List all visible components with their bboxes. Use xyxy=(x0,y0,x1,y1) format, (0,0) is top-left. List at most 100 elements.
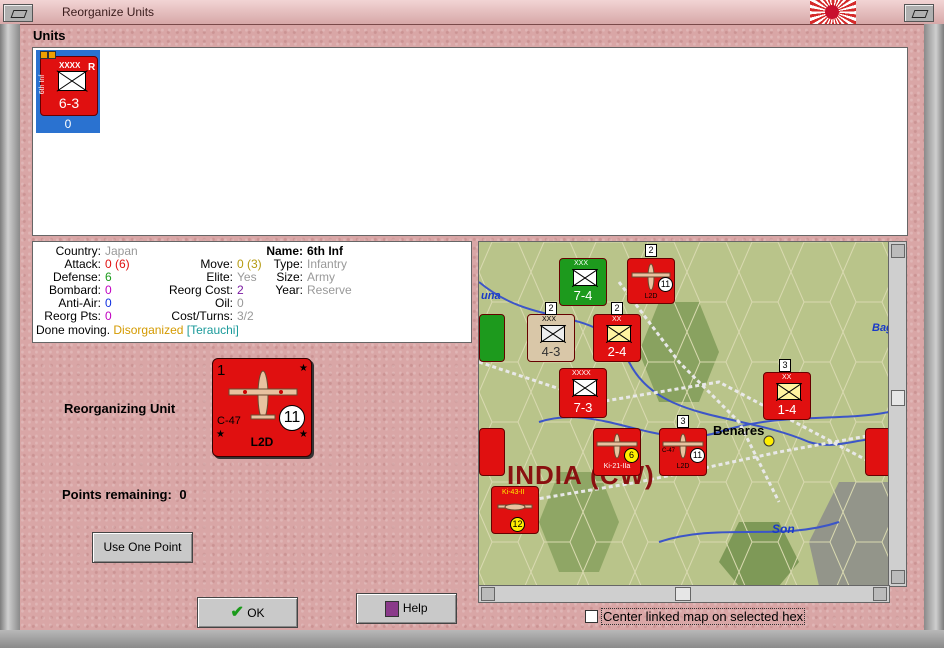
costturns-label: Cost/Turns: xyxy=(171,309,233,323)
hex-map xyxy=(479,242,889,586)
scroll-thumb[interactable] xyxy=(675,587,691,601)
paratrooper-icon xyxy=(541,325,565,342)
scroll-down-arrow-icon[interactable] xyxy=(891,570,905,584)
river-label: una xyxy=(481,290,501,302)
center-map-checkbox[interactable] xyxy=(585,610,598,623)
minimize-button[interactable] xyxy=(3,4,33,22)
map-unit-counter[interactable]: Ki-43-II 12 xyxy=(491,486,539,534)
commander-text: [Terauchi] xyxy=(186,323,239,337)
units-list[interactable] xyxy=(32,47,908,236)
unit-type: Ki-21-IIa xyxy=(603,463,631,470)
stack-count: 2 xyxy=(545,302,557,315)
unit-size: XXXX xyxy=(572,370,591,377)
unit-size: XXX xyxy=(542,316,557,323)
linked-map[interactable]: INDIA (CW) Benares Son una Bag XXX 7-4 1… xyxy=(478,241,890,587)
unit-type: L2D xyxy=(676,463,690,470)
reorgpts-label: Reorg Pts: xyxy=(44,309,101,323)
restore-button[interactable] xyxy=(904,4,934,22)
stack-count: 2 xyxy=(645,244,657,257)
marker-icon xyxy=(40,51,48,59)
unit-value-badge: 11 xyxy=(658,277,673,292)
stack-count: 3 xyxy=(677,415,689,428)
unit-strength: 1-4 xyxy=(777,402,797,417)
left-frame xyxy=(0,24,20,648)
unit-type: L2D xyxy=(250,435,274,449)
stack-count: 2 xyxy=(611,302,623,315)
year-value: Reserve xyxy=(307,283,352,297)
map-vertical-scrollbar[interactable] xyxy=(888,241,907,587)
map-unit-counter[interactable]: XXX 4-3 xyxy=(527,314,575,362)
map-unit-counter[interactable]: 6 Ki-21-IIa xyxy=(593,428,641,476)
bottom-frame xyxy=(0,630,944,648)
unit-count: 0 xyxy=(64,117,72,131)
unit-size: XXX xyxy=(574,260,589,267)
reorganizing-unit-counter: 1 ★ ★ ★ C-47 11 L2D xyxy=(212,358,312,457)
reserve-mark: R xyxy=(88,62,96,73)
year-label: Year: xyxy=(275,283,303,297)
center-map-label[interactable]: Center linked map on selected hex xyxy=(601,608,806,625)
unit-size: XXXX xyxy=(59,61,81,70)
map-unit-counter[interactable]: XX 2-4 xyxy=(593,314,641,362)
unit-value-badge: 11 xyxy=(279,405,305,431)
map-unit-counter[interactable]: 11 C-47 L2D xyxy=(659,428,707,476)
units-section-label: Units xyxy=(33,28,66,43)
unit-strength: 4-3 xyxy=(541,344,561,359)
scroll-up-arrow-icon[interactable] xyxy=(891,244,905,258)
book-icon xyxy=(385,600,400,617)
points-value: 0 xyxy=(179,487,187,502)
stack-count: 3 xyxy=(779,359,791,372)
river-label: Son xyxy=(772,522,795,536)
scroll-right-arrow-icon[interactable] xyxy=(873,587,887,601)
unit-counter: XXXX R 6th Inf 6-3 xyxy=(39,51,98,116)
ok-button[interactable]: ✔ OK xyxy=(197,597,298,628)
infantry-icon xyxy=(573,379,597,396)
status-text: Done moving. xyxy=(36,323,111,337)
unit-model: C-47 xyxy=(217,415,241,427)
map-unit-counter-partial[interactable] xyxy=(865,428,889,476)
unit-strength: 7-3 xyxy=(573,400,593,415)
unit-info-panel: Country: Japan Attack: 0 (6) Defense: 6 … xyxy=(32,241,472,343)
reorganizing-unit-label: Reorganizing Unit xyxy=(64,401,176,416)
status-line: Done moving. Disorganized [Terauchi] xyxy=(36,324,239,337)
use-one-point-button[interactable]: Use One Point xyxy=(92,532,193,563)
points-label: Points remaining: xyxy=(62,487,172,502)
map-unit-counter[interactable]: 11 L2D xyxy=(627,258,675,304)
infantry-icon xyxy=(58,71,86,91)
scroll-thumb[interactable] xyxy=(891,390,905,406)
title-bar: Reorganize Units xyxy=(0,0,944,25)
unit-strength: 6-3 xyxy=(58,95,80,111)
marker-icon xyxy=(48,51,56,59)
unit-type: Ki-43-II xyxy=(502,489,525,496)
unit-model: C-47 xyxy=(662,448,676,454)
unit-size: XX xyxy=(782,374,792,381)
japan-flag-icon xyxy=(810,0,856,24)
unit-size: XX xyxy=(612,316,622,323)
help-button[interactable]: Help xyxy=(356,593,457,624)
unit-strength: 2-4 xyxy=(607,344,627,359)
map-horizontal-scrollbar[interactable] xyxy=(478,585,890,603)
map-unit-counter-partial[interactable] xyxy=(479,314,505,362)
ok-label: OK xyxy=(247,606,265,620)
map-unit-counter-partial[interactable] xyxy=(479,428,505,476)
right-frame xyxy=(924,24,944,648)
window-title: Reorganize Units xyxy=(62,5,155,19)
points-remaining: Points remaining: 0 xyxy=(62,487,187,502)
unit-type: L2D xyxy=(644,293,658,300)
map-unit-counter[interactable]: XXX 7-4 xyxy=(559,258,607,306)
infantry-icon xyxy=(573,269,597,286)
unit-name: 6th Inf xyxy=(39,74,47,95)
scroll-left-arrow-icon[interactable] xyxy=(481,587,495,601)
help-label: Help xyxy=(402,601,428,615)
window-icon xyxy=(10,10,28,18)
star-icon: ★ xyxy=(299,363,308,374)
unit-card-selected[interactable]: XXXX R 6th Inf 6-3 0 xyxy=(36,50,100,133)
map-unit-counter[interactable]: XXXX 7-3 xyxy=(559,368,607,418)
costturns-value: 3/2 xyxy=(237,309,254,323)
unit-value-badge: 12 xyxy=(510,517,525,532)
disorganized-text: Disorganized xyxy=(113,323,184,337)
unit-value-badge: 6 xyxy=(624,448,639,463)
unit-top-value: 1 xyxy=(217,362,226,379)
reorgpts-value: 0 xyxy=(105,309,112,323)
map-unit-counter[interactable]: XX 1-4 xyxy=(763,372,811,420)
unit-strength: 7-4 xyxy=(573,288,593,303)
